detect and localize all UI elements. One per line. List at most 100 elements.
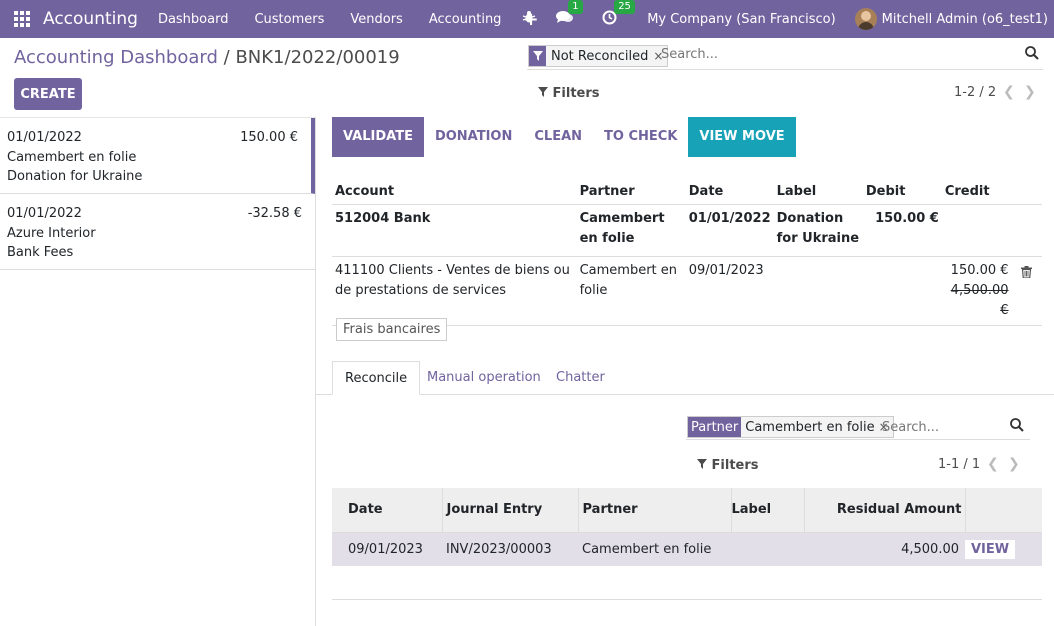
reconcile-tabs: Reconcile Manual operation Chatter bbox=[316, 361, 1054, 395]
filter-icon bbox=[529, 46, 546, 66]
menu-vendors[interactable]: Vendors bbox=[350, 12, 402, 27]
pager-value[interactable]: 1-2 / 2 bbox=[954, 85, 996, 100]
action-buttons: VALIDATE DONATION CLEAN TO CHECK VIEW MO… bbox=[332, 117, 796, 157]
app-name[interactable]: Accounting bbox=[43, 9, 138, 29]
breadcrumb-current: BNK1/2022/00019 bbox=[235, 47, 400, 68]
menu-customers[interactable]: Customers bbox=[254, 12, 324, 27]
journal-lines-table: Account Partner Date Label Debit Credit … bbox=[332, 181, 1042, 326]
view-move-button[interactable]: VIEW MOVE bbox=[688, 117, 796, 157]
filter-icon bbox=[538, 87, 548, 97]
bug-icon[interactable] bbox=[522, 10, 536, 28]
column-header-residual-amount[interactable]: Residual Amount bbox=[804, 488, 966, 533]
statement-line-partner: Camembert en folie bbox=[7, 149, 137, 165]
activity-count-badge: 25 bbox=[614, 0, 635, 14]
column-header-debit: Debit bbox=[862, 181, 942, 205]
table-row[interactable]: 09/01/2023 INV/2023/00003 Camembert en f… bbox=[332, 532, 1042, 566]
reconcile-filters-dropdown[interactable]: Filters bbox=[697, 458, 759, 473]
column-header-actions bbox=[1011, 181, 1042, 205]
empty-cell bbox=[332, 566, 442, 600]
validate-button[interactable]: VALIDATE bbox=[332, 117, 424, 157]
breadcrumb-parent[interactable]: Accounting Dashboard bbox=[14, 47, 218, 68]
statement-line-partner: Azure Interior bbox=[7, 225, 96, 241]
line-account: 411100 Clients - Ventes de biens ou de p… bbox=[332, 256, 577, 326]
column-header-date: Date bbox=[685, 181, 774, 205]
line-date: 01/01/2022 bbox=[685, 204, 774, 257]
chat-icon[interactable]: 1 bbox=[556, 0, 583, 28]
column-header-partner[interactable]: Partner bbox=[578, 488, 732, 533]
user-menu[interactable]: Mitchell Admin (o6_test1) bbox=[882, 12, 1048, 27]
statement-line-list: 01/01/2022 150.00 € Camembert en folie D… bbox=[0, 117, 316, 626]
statement-line-item[interactable]: 01/01/2022 -32.58 € Azure Interior Bank … bbox=[0, 194, 315, 270]
row-date: 09/01/2023 bbox=[332, 532, 442, 566]
breadcrumb-separator: / bbox=[223, 47, 230, 68]
column-header-date[interactable]: Date bbox=[332, 488, 443, 533]
filter-icon bbox=[697, 459, 707, 469]
view-button[interactable]: VIEW bbox=[965, 539, 1016, 559]
partner-facet: Partner Camembert en folie × bbox=[687, 416, 894, 438]
pager-next-icon[interactable]: ❯ bbox=[1008, 456, 1020, 472]
partner-facet-value: Camembert en folie bbox=[741, 417, 879, 437]
line-date: 09/01/2023 bbox=[685, 256, 774, 326]
clean-button[interactable]: CLEAN bbox=[523, 117, 593, 157]
trash-icon[interactable] bbox=[1021, 265, 1033, 285]
empty-cell bbox=[442, 566, 578, 600]
row-partner: Camembert en folie bbox=[578, 532, 731, 566]
activity-clock-icon[interactable]: 25 bbox=[602, 0, 635, 29]
tab-chatter[interactable]: Chatter bbox=[556, 361, 605, 395]
tab-manual-operation[interactable]: Manual operation bbox=[427, 361, 541, 395]
row-actions: VIEW bbox=[965, 532, 1042, 566]
empty-cell bbox=[578, 566, 731, 600]
search-input[interactable] bbox=[661, 47, 1021, 62]
statement-line-amount: 150.00 € bbox=[240, 130, 298, 145]
search-icon[interactable] bbox=[1010, 418, 1028, 436]
row-residual-amount: 4,500.00 bbox=[804, 532, 965, 566]
empty-cell bbox=[731, 566, 804, 600]
line-actions bbox=[1011, 256, 1042, 326]
company-switcher[interactable]: My Company (San Francisco) bbox=[647, 12, 835, 27]
frais-bancaires-button[interactable]: Frais bancaires bbox=[336, 318, 448, 341]
line-credit-cell: 150.00 € 4,500.00 € bbox=[941, 256, 1012, 326]
row-label bbox=[731, 532, 804, 566]
search-icon[interactable] bbox=[1025, 46, 1043, 64]
line-debit bbox=[862, 256, 942, 326]
user-avatar[interactable] bbox=[854, 8, 877, 30]
menu-dashboard[interactable]: Dashboard bbox=[158, 12, 229, 27]
pager-previous-icon[interactable]: ❮ bbox=[1003, 84, 1015, 100]
column-header-credit: Credit bbox=[941, 181, 1012, 205]
donation-button[interactable]: DONATION bbox=[424, 117, 523, 157]
line-account: 512004 Bank bbox=[332, 204, 577, 257]
column-header-account: Account bbox=[332, 181, 577, 205]
reconcile-pager-value[interactable]: 1-1 / 1 bbox=[938, 457, 980, 472]
statement-line-label: Donation for Ukraine bbox=[7, 169, 143, 184]
apps-menu-icon[interactable] bbox=[14, 11, 30, 27]
column-header-label: Label bbox=[773, 181, 863, 205]
column-header-label[interactable]: Label bbox=[731, 488, 805, 533]
column-header-partner: Partner bbox=[576, 181, 686, 205]
line-partner: Camembert en folie bbox=[576, 256, 686, 326]
row-journal-entry: INV/2023/00003 bbox=[442, 532, 578, 566]
to-check-button[interactable]: TO CHECK bbox=[593, 117, 688, 157]
journal-line-row[interactable]: 411100 Clients - Ventes de biens ou de p… bbox=[332, 256, 1042, 326]
line-partner: Camembert en folie bbox=[576, 204, 686, 257]
line-credit bbox=[941, 204, 1012, 257]
column-header-journal-entry[interactable]: Journal Entry bbox=[442, 488, 579, 533]
statement-line-item[interactable]: 01/01/2022 150.00 € Camembert en folie D… bbox=[0, 118, 315, 194]
statement-line-label: Bank Fees bbox=[7, 245, 74, 260]
empty-cell bbox=[804, 566, 965, 600]
tab-reconcile[interactable]: Reconcile bbox=[332, 361, 421, 395]
breadcrumb: Accounting Dashboard / BNK1/2022/00019 bbox=[14, 47, 400, 68]
chat-count-badge: 1 bbox=[568, 0, 583, 14]
line-credit: 150.00 € bbox=[950, 262, 1009, 278]
reconcile-search-input[interactable] bbox=[882, 420, 1002, 435]
create-button[interactable]: CREATE bbox=[14, 78, 82, 110]
top-navbar: Accounting Dashboard Customers Vendors A… bbox=[0, 0, 1054, 38]
menu-accounting[interactable]: Accounting bbox=[429, 12, 502, 27]
partner-facet-label: Partner bbox=[688, 417, 742, 437]
search-facet-value: Not Reconciled bbox=[546, 46, 654, 66]
pager-previous-icon[interactable]: ❮ bbox=[987, 456, 999, 472]
pager-next-icon[interactable]: ❯ bbox=[1024, 84, 1036, 100]
column-header-actions bbox=[965, 488, 1042, 533]
filters-dropdown[interactable]: Filters bbox=[538, 86, 600, 101]
filters-label: Filters bbox=[552, 86, 600, 101]
journal-line-row[interactable]: 512004 Bank Camembert en folie 01/01/202… bbox=[332, 204, 1042, 257]
